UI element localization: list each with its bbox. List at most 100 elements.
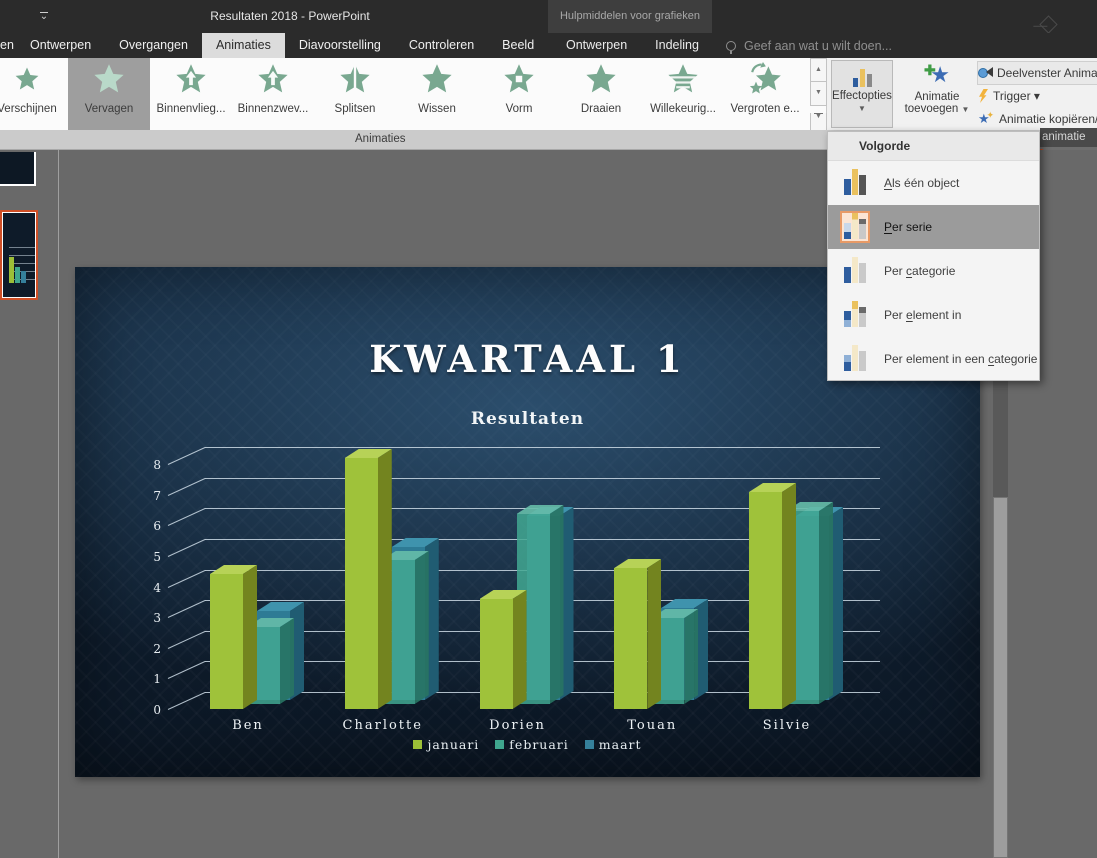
animation-painter-button[interactable]: ★ ✦ Animatie kopiëren/ (978, 108, 1097, 130)
category-label: Touan (627, 718, 678, 733)
chart-bar-face (344, 458, 378, 709)
animation-vergrotene[interactable]: Vergroten e... (724, 58, 806, 130)
quick-access-toolbar-chevron-icon[interactable]: ⌄ (36, 9, 52, 25)
axis-tick-connector (167, 538, 206, 557)
window-title: Resultaten 2018 - PowerPoint (210, 9, 370, 23)
tab-controleren[interactable]: Controleren (395, 33, 488, 58)
chart-bar-face (512, 590, 527, 709)
animation-wissen[interactable]: Wissen (396, 58, 478, 130)
axis-tick-connector (167, 600, 206, 619)
chart-bar-face (479, 599, 513, 709)
tab-beeld[interactable]: Beeld (488, 33, 548, 58)
lightbulb-icon (726, 40, 736, 54)
animation-pane-icon (978, 66, 993, 80)
legend-item-februari: februari (495, 737, 568, 752)
advanced-animation-group-label-fragment: animatie (1040, 128, 1097, 147)
y-axis-label: 2 (153, 641, 161, 656)
powerpoint-window: ⌄ Resultaten 2018 - PowerPoint Hulpmidde… (0, 0, 1097, 858)
share-glyph-icon (1039, 15, 1058, 34)
chart-tools-label: Hulpmiddelen voor grafieken (559, 10, 701, 22)
y-axis-label: 0 (153, 703, 161, 717)
axis-tick-connector (167, 508, 206, 527)
animation-willekeurig[interactable]: Willekeurig... (642, 58, 724, 130)
animation-binnenzwev[interactable]: Binnenzwev... (232, 58, 314, 130)
bar-chart-icon (840, 299, 870, 331)
tab-ontwerpen[interactable]: Ontwerpen (16, 33, 105, 58)
tell-me-search[interactable]: Geef aan wat u wilt doen... (726, 33, 892, 58)
chart-bar-face (819, 502, 833, 704)
animations-group-label: Animaties (355, 133, 406, 145)
contextual-tab-ontwerpen[interactable]: Ontwerpen (552, 33, 641, 58)
slide-thumbnail-2-selected[interactable] (0, 210, 38, 300)
hole-star-icon (504, 64, 534, 93)
tab-overgangen[interactable]: Overgangen (105, 33, 202, 58)
add-animation-button[interactable]: ✚ ★ Animatie toevoegen ▼ (899, 60, 975, 128)
animation-vorm[interactable]: Vorm (478, 58, 560, 130)
vertical-scrollbar-thumb[interactable] (993, 497, 1008, 858)
solid-star-icon (586, 64, 616, 93)
bar-chart-icon (840, 343, 870, 375)
menu-item-per-element-in-een-categorie[interactable]: Per element in een categorie (828, 337, 1039, 381)
tab-animaties[interactable]: Animaties (201, 33, 285, 58)
chart-bar-face (377, 449, 392, 709)
solid-star-icon (94, 64, 124, 93)
solid-star-icon (422, 64, 452, 93)
contextual-tab-indeling[interactable]: Indeling (641, 33, 713, 58)
stripes-star-icon (668, 64, 698, 93)
y-axis-label: 8 (153, 458, 161, 473)
thumbnail-panel-separator[interactable] (58, 150, 59, 858)
animation-pane-button[interactable]: Deelvenster Animat (976, 61, 1097, 85)
dropdown-arrow-icon: ▼ (961, 105, 970, 114)
ribbon-tab-row: en Ontwerpen Overgangen Animaties Diavoorste… (0, 33, 1097, 58)
animation-verschijnen[interactable]: Verschijnen (0, 58, 68, 130)
chart-bar-face (280, 618, 294, 704)
add-animation-icon: ✚ ★ (924, 62, 950, 87)
tab-en[interactable]: en (0, 33, 16, 58)
chart-bar-face (243, 565, 257, 709)
slide-thumbnail-1[interactable] (0, 152, 36, 186)
trigger-button[interactable]: Trigger ▾ (978, 85, 1040, 107)
gridline (205, 477, 880, 479)
arrow-star-icon (258, 64, 288, 93)
axis-tick-connector (167, 477, 206, 496)
gallery-scroll-down-button[interactable]: ▼ (810, 82, 827, 106)
menu-item-als-n-object[interactable]: Als één object (828, 161, 1039, 205)
chart-bar-face (647, 559, 662, 709)
menu-item-per-element-in[interactable]: Per element in (828, 293, 1039, 337)
axis-tick-connector (167, 447, 206, 466)
arrow-star-icon (176, 64, 206, 93)
dropdown-arrow-icon: ▼ (858, 104, 866, 113)
legend-swatch (413, 740, 423, 749)
dropdown-arrow-icon: ▾ (1033, 89, 1040, 103)
category-label: Charlotte (342, 718, 423, 733)
animation-draaien[interactable]: Draaien (560, 58, 642, 130)
bar-chart-icon (840, 167, 870, 199)
rays-star-icon (13, 62, 41, 96)
lightning-bolt-icon (979, 89, 988, 103)
contextual-tabs: Ontwerpen Indeling (552, 33, 713, 58)
tab-diavoorstelling[interactable]: Diavoorstelling (285, 33, 395, 58)
y-axis-label: 4 (153, 580, 161, 595)
gridline (205, 447, 880, 449)
category-label: Dorien (489, 718, 546, 733)
animation-binnenvlieg[interactable]: Binnenvlieg... (150, 58, 232, 130)
chart-bar-face (614, 568, 648, 709)
animation-splitsen[interactable]: Splitsen (314, 58, 396, 130)
chart-bar-face (749, 492, 782, 709)
effect-options-icon (852, 65, 872, 87)
split-star-icon (340, 63, 370, 95)
y-axis-label: 3 (153, 611, 161, 626)
legend-item-maart: maart (584, 737, 642, 752)
ribbon: Verschijnen Vervagen Binnenvlieg... Binnenz… (0, 58, 1097, 137)
effect-options-button[interactable]: Effectopties ▼ (831, 60, 893, 128)
axis-tick-connector (167, 630, 206, 649)
axis-tick-connector (167, 569, 206, 588)
menu-item-per-categorie[interactable]: Per categorie (828, 249, 1039, 293)
menu-item-per-serie[interactable]: Per serie (828, 205, 1039, 249)
effect-options-dropdown: Volgorde Als één object Per serie Per cate… (827, 131, 1040, 381)
grow-star-icon (749, 62, 781, 94)
search-placeholder: Geef aan wat u wilt doen... (744, 38, 893, 53)
category-label: Silvie (762, 718, 812, 733)
gallery-scroll-up-button[interactable]: ▲ (810, 58, 827, 82)
animation-vervagen[interactable]: Vervagen (68, 58, 150, 130)
